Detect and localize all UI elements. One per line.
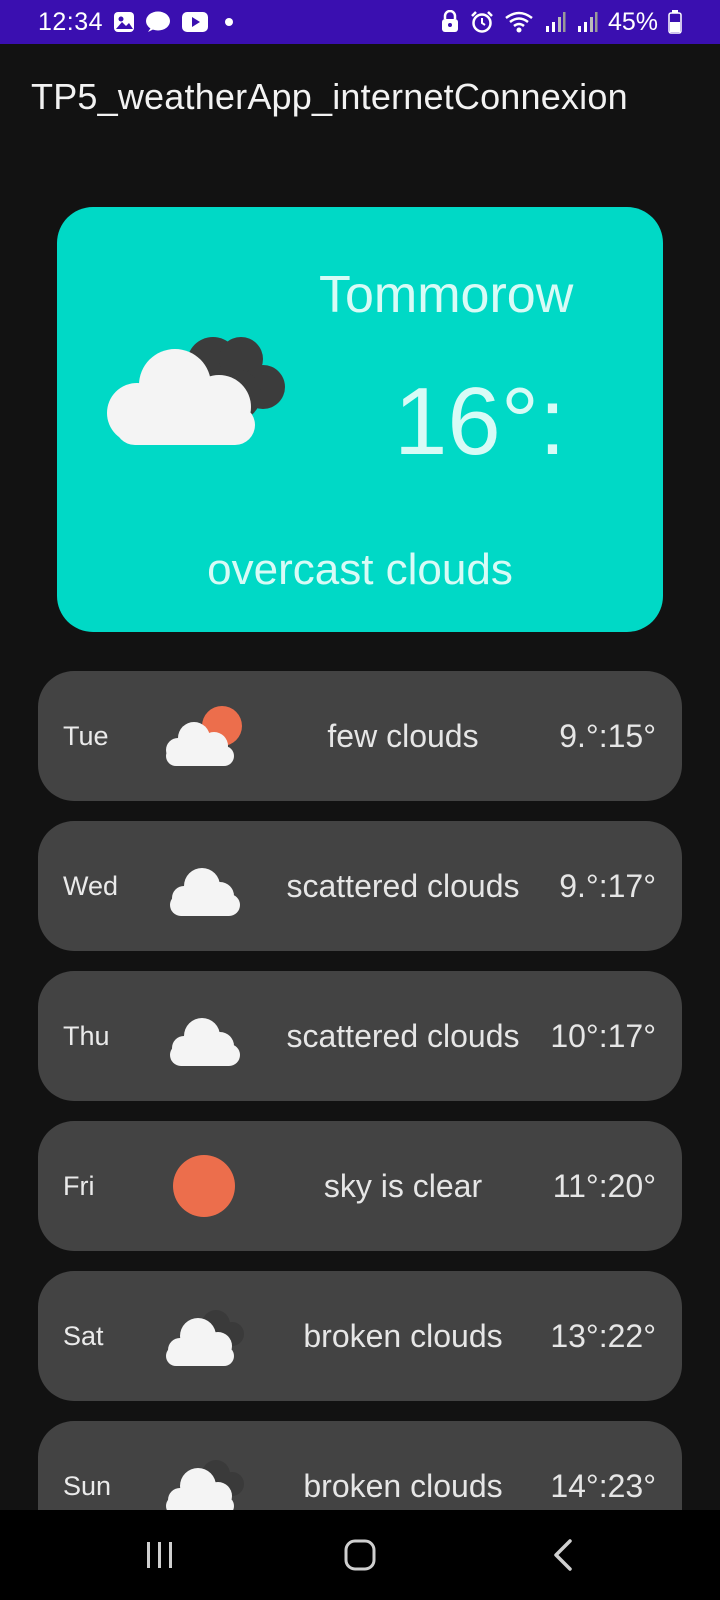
- forecast-temperature: 10°:17°: [550, 1017, 656, 1054]
- signal-icon: [544, 11, 566, 33]
- status-bar: 12:34 45%: [0, 0, 720, 44]
- forecast-list: Tue few clouds 9.°:15° Wed scattered clo…: [38, 671, 682, 1571]
- status-right: 45%: [440, 8, 682, 37]
- battery-percentage: 45%: [607, 7, 658, 36]
- scattered-clouds-icon: [160, 996, 250, 1076]
- back-icon[interactable]: [533, 1528, 593, 1582]
- few-clouds-icon: [160, 696, 250, 776]
- forecast-row-tue[interactable]: Tue few clouds 9.°:15°: [38, 671, 682, 801]
- forecast-row-fri[interactable]: Fri sky is clear 11°:20°: [38, 1121, 682, 1251]
- broken-clouds-icon: [160, 1296, 250, 1376]
- clear-sky-icon: [160, 1146, 250, 1226]
- hero-description: overcast clouds: [207, 545, 513, 594]
- forecast-day: Tue: [63, 720, 109, 751]
- forecast-day: Fri: [63, 1170, 95, 1201]
- forecast-description: scattered clouds: [286, 867, 520, 904]
- forecast-description: broken clouds: [303, 1317, 503, 1354]
- forecast-description: sky is clear: [323, 1167, 483, 1204]
- app-title: TP5_weatherApp_internetConnexion: [31, 76, 628, 117]
- recent-apps-icon[interactable]: [130, 1528, 190, 1582]
- forecast-temperature: 9.°:15°: [559, 717, 656, 754]
- forecast-temperature: 11°:20°: [552, 1167, 656, 1204]
- alarm-icon: [470, 10, 494, 34]
- navigation-bar: [0, 1510, 720, 1600]
- overcast-clouds-icon: [95, 325, 295, 455]
- battery-icon: [668, 10, 682, 34]
- forecast-temperature: 9.°:17°: [559, 867, 656, 904]
- status-time: 12:34: [38, 7, 104, 36]
- forecast-row-sat[interactable]: Sat broken clouds 13°:22°: [38, 1271, 682, 1401]
- forecast-day: Wed: [63, 870, 119, 901]
- status-left: 12:34: [38, 8, 239, 37]
- app-screen: 12:34 45% TP5_weatherApp_internetConnexi…: [0, 0, 720, 1600]
- forecast-description: scattered clouds: [286, 1017, 520, 1054]
- hero-day-label: Tommorow: [319, 266, 574, 324]
- forecast-row-wed[interactable]: Wed scattered clouds 9.°:17°: [38, 821, 682, 951]
- forecast-day: Sat: [63, 1320, 104, 1351]
- hero-temperature: 16°:: [394, 368, 566, 475]
- lock-icon: [440, 10, 460, 34]
- gallery-icon: [113, 11, 135, 33]
- wifi-icon: [504, 10, 534, 34]
- forecast-row-thu[interactable]: Thu scattered clouds 10°:17°: [38, 971, 682, 1101]
- youtube-icon: [181, 11, 209, 33]
- home-icon[interactable]: [330, 1528, 390, 1582]
- tomorrow-weather-card[interactable]: Tommorow 16°: overcast clouds: [57, 207, 663, 632]
- dot-icon: [219, 12, 239, 32]
- signal-icon: [576, 11, 598, 33]
- chat-icon: [145, 10, 171, 34]
- forecast-temperature: 13°:22°: [550, 1317, 656, 1354]
- scattered-clouds-icon: [160, 846, 250, 926]
- forecast-description: few clouds: [327, 717, 479, 754]
- forecast-day: Thu: [63, 1020, 110, 1051]
